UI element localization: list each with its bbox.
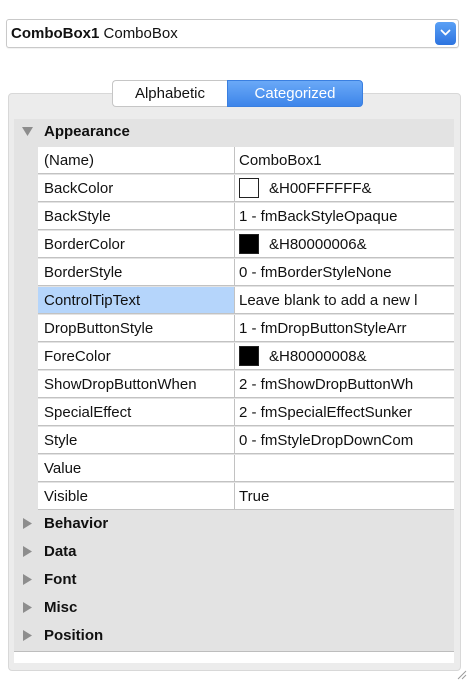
property-value[interactable]: 1 - fmDropButtonStyleArr xyxy=(234,315,454,342)
property-name[interactable]: Visible xyxy=(38,483,234,510)
category-position[interactable]: Position xyxy=(14,623,454,651)
object-selector-combobox[interactable]: ComboBox1 ComboBox xyxy=(6,19,459,48)
category-font[interactable]: Font xyxy=(14,567,454,595)
category-appearance[interactable]: Appearance xyxy=(14,119,454,147)
property-value[interactable]: &H80000008& xyxy=(234,343,454,370)
triangle-right-icon[interactable] xyxy=(23,574,32,585)
property-value[interactable]: Leave blank to add a new l xyxy=(234,287,454,314)
property-row[interactable]: ForeColor &H80000008& xyxy=(14,343,454,371)
property-row[interactable]: BorderColor &H80000006& xyxy=(14,231,454,259)
triangle-right-icon[interactable] xyxy=(23,546,32,557)
property-value-text: &H00FFFFFF& xyxy=(269,180,372,197)
property-row-selected[interactable]: ControlTipText Leave blank to add a new … xyxy=(14,287,454,315)
property-value-text: ComboBox1 xyxy=(239,152,322,169)
object-selector-text: ComboBox1 ComboBox xyxy=(11,25,178,42)
triangle-down-icon[interactable] xyxy=(22,127,33,136)
property-row[interactable]: BackColor &H00FFFFFF& xyxy=(14,175,454,203)
property-value[interactable]: ComboBox1 xyxy=(234,147,454,174)
tab-categorized[interactable]: Categorized xyxy=(227,80,363,107)
property-value[interactable]: True xyxy=(234,483,454,510)
property-value-text: 2 - fmSpecialEffectSunker xyxy=(239,404,413,421)
grid-footer-strip xyxy=(14,651,454,663)
property-value[interactable]: 1 - fmBackStyleOpaque xyxy=(234,203,454,230)
property-value[interactable]: &H00FFFFFF& xyxy=(234,175,454,202)
object-selector-dropdown-button[interactable] xyxy=(435,22,456,45)
triangle-right-icon[interactable] xyxy=(23,518,32,529)
tab-alphabetic[interactable]: Alphabetic xyxy=(112,80,227,107)
property-row[interactable]: DropButtonStyle 1 - fmDropButtonStyleArr xyxy=(14,315,454,343)
property-name[interactable]: DropButtonStyle xyxy=(38,315,234,342)
property-value-text: Leave blank to add a new l xyxy=(239,292,418,309)
property-row[interactable]: SpecialEffect 2 - fmSpecialEffectSunker xyxy=(14,399,454,427)
property-name[interactable]: Style xyxy=(38,427,234,454)
property-row[interactable]: Visible True xyxy=(14,483,454,511)
property-row[interactable]: (Name) ComboBox1 xyxy=(14,147,454,175)
property-value[interactable]: 0 - fmBorderStyleNone xyxy=(234,259,454,286)
property-name[interactable]: (Name) xyxy=(38,147,234,174)
category-data[interactable]: Data xyxy=(14,539,454,567)
property-value-text: &H80000006& xyxy=(269,236,367,253)
property-value-text: True xyxy=(239,488,270,505)
property-value[interactable]: &H80000006& xyxy=(234,231,454,258)
property-value[interactable] xyxy=(234,455,454,482)
property-row[interactable]: ShowDropButtonWhen 2 - fmShowDropButtonW… xyxy=(14,371,454,399)
property-grid: Appearance (Name) ComboBox1 BackColor &H… xyxy=(14,119,454,651)
property-name[interactable]: Value xyxy=(38,455,234,482)
property-row[interactable]: Value xyxy=(14,455,454,483)
property-name[interactable]: BorderStyle xyxy=(38,259,234,286)
category-label: Position xyxy=(44,627,104,644)
property-value-text: 1 - fmDropButtonStyleArr xyxy=(239,320,407,337)
category-label: Data xyxy=(44,543,77,560)
triangle-right-icon[interactable] xyxy=(23,602,32,613)
property-name[interactable]: ControlTipText xyxy=(38,287,234,314)
color-swatch xyxy=(239,234,259,254)
property-name[interactable]: BackColor xyxy=(38,175,234,202)
property-name[interactable]: BackStyle xyxy=(38,203,234,230)
property-value[interactable]: 2 - fmSpecialEffectSunker xyxy=(234,399,454,426)
object-name: ComboBox1 xyxy=(11,25,100,42)
property-value-text: 1 - fmBackStyleOpaque xyxy=(239,208,398,225)
chevron-down-icon xyxy=(440,29,451,36)
triangle-right-icon[interactable] xyxy=(23,630,32,641)
property-value[interactable]: 2 - fmShowDropButtonWh xyxy=(234,371,454,398)
color-swatch xyxy=(239,178,259,198)
category-misc[interactable]: Misc xyxy=(14,595,454,623)
category-label: Font xyxy=(44,571,77,588)
property-value[interactable]: 0 - fmStyleDropDownCom xyxy=(234,427,454,454)
property-row[interactable]: BorderStyle 0 - fmBorderStyleNone xyxy=(14,259,454,287)
property-value-text: 2 - fmShowDropButtonWh xyxy=(239,376,414,393)
property-value-text: 0 - fmStyleDropDownCom xyxy=(239,432,414,449)
property-value-text: 0 - fmBorderStyleNone xyxy=(239,264,392,281)
category-label: Behavior xyxy=(44,515,109,532)
property-name[interactable]: ForeColor xyxy=(38,343,234,370)
view-tabs: Alphabetic Categorized xyxy=(112,80,363,107)
property-name[interactable]: SpecialEffect xyxy=(38,399,234,426)
object-type: ComboBox xyxy=(103,25,178,42)
properties-window: ComboBox1 ComboBox Alphabetic Categorize… xyxy=(0,0,469,682)
property-row[interactable]: Style 0 - fmStyleDropDownCom xyxy=(14,427,454,455)
property-row[interactable]: BackStyle 1 - fmBackStyleOpaque xyxy=(14,203,454,231)
category-label: Appearance xyxy=(44,123,130,140)
category-label: Misc xyxy=(44,599,78,616)
property-name[interactable]: ShowDropButtonWhen xyxy=(38,371,234,398)
color-swatch xyxy=(239,346,259,366)
property-value-text: &H80000008& xyxy=(269,348,367,365)
resize-grip-icon[interactable] xyxy=(455,668,467,680)
category-behavior[interactable]: Behavior xyxy=(14,511,454,539)
property-name[interactable]: BorderColor xyxy=(38,231,234,258)
